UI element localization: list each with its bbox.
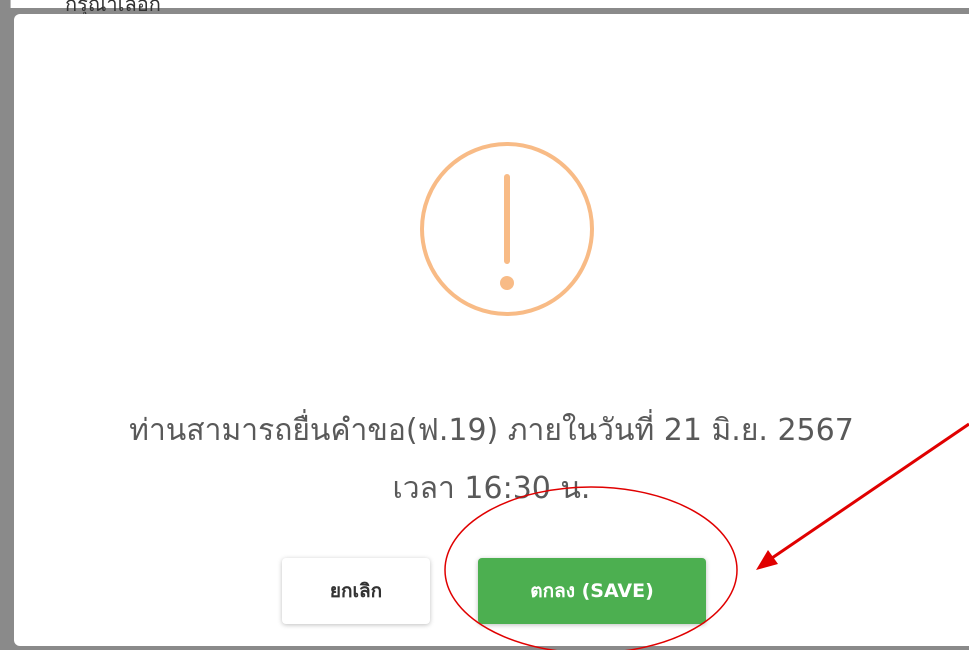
- dialog-message-line-1: ท่านสามารถยื่นคำขอ(ฟ.19) ภายในวันที่ 21 …: [129, 413, 854, 448]
- alert-dialog: ท่านสามารถยื่นคำขอ(ฟ.19) ภายในวันที่ 21 …: [14, 14, 969, 646]
- warning-exclamation-icon: [420, 142, 594, 316]
- background-form-strip: กรุณาเลือก: [10, 0, 969, 16]
- dialog-message-line-2: เวลา 16:30 น.: [392, 471, 591, 506]
- dialog-message: ท่านสามารถยื่นคำขอ(ฟ.19) ภายในวันที่ 21 …: [14, 402, 969, 518]
- cancel-button[interactable]: ยกเลิก: [282, 558, 430, 624]
- confirm-save-button[interactable]: ตกลง (SAVE): [478, 558, 706, 624]
